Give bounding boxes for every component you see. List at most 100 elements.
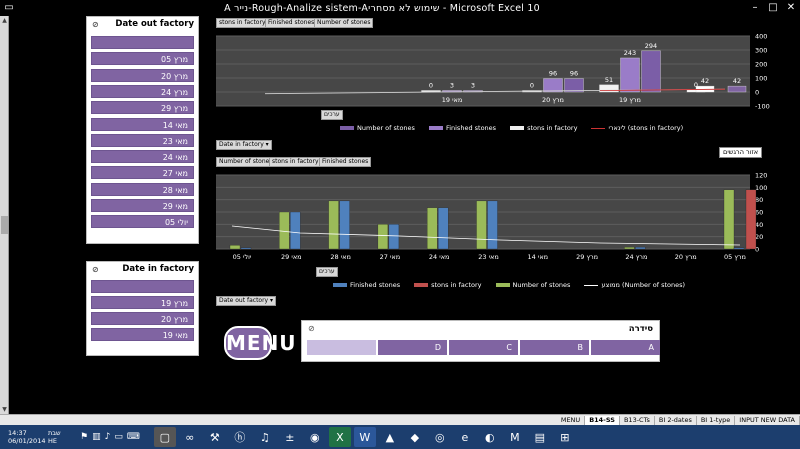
explorer-icon[interactable]: ▤: [529, 427, 551, 447]
series-slicer-item[interactable]: D: [378, 340, 447, 355]
music-icon[interactable]: ♫: [254, 427, 276, 447]
slicer-item[interactable]: 29 מאי: [91, 199, 194, 212]
volume-icon[interactable]: ♪: [105, 432, 111, 442]
slicer-header: ⊘ Date in factory: [87, 262, 198, 276]
minimize-icon[interactable]: –: [746, 1, 764, 15]
battery-icon[interactable]: ▭: [114, 432, 123, 442]
field-button-number[interactable]: Number of stones: [314, 18, 374, 28]
scroll-thumb[interactable]: [1, 216, 8, 234]
legend-swatch: [414, 283, 429, 287]
slicer-item[interactable]: [91, 36, 194, 49]
filter-button-date-in[interactable]: Date in factory ▾: [216, 140, 272, 150]
sheet-tab[interactable]: INPUT NEW DATA: [735, 415, 800, 425]
y-tick-label: 400: [755, 33, 767, 41]
axis-button-values[interactable]: ערכים: [321, 110, 343, 120]
legend-label: לינארי (stons in factory): [608, 124, 684, 132]
hp-icon[interactable]: ⓗ: [229, 427, 251, 447]
axis-button-values[interactable]: ערכים: [316, 267, 338, 277]
slicer-item[interactable]: 19 מאי: [91, 328, 194, 341]
legend-label: Number of stones: [357, 124, 415, 132]
legend-swatch: [428, 126, 443, 130]
slicer-date-in: ⊘ Date in factory 19 מרץ 20 מרץ 19 מאי: [86, 261, 199, 356]
series-slicer-item[interactable]: B: [520, 340, 589, 355]
window-icon[interactable]: ▢: [153, 427, 176, 447]
filter-clear-icon[interactable]: ⊘: [308, 324, 315, 333]
clear-filter-button[interactable]: אזור הרגשים: [719, 147, 763, 158]
slicer-item[interactable]: 27 מאי: [91, 166, 194, 180]
slicer-item[interactable]: 05 יולי: [91, 215, 194, 229]
sheet-tab[interactable]: B13-CTs: [620, 415, 655, 425]
slicer-item[interactable]: [91, 280, 194, 293]
legend-item: Number of stones: [495, 281, 570, 289]
network-icon[interactable]: ▥: [92, 432, 101, 442]
slicer-item[interactable]: 29 מרץ: [91, 101, 194, 115]
slicer-item[interactable]: 28 מאי: [91, 182, 194, 196]
filter-clear-icon[interactable]: ⊘: [92, 265, 99, 274]
field-button-stons[interactable]: stons in factory: [269, 157, 322, 167]
x-tick-label: 29 מאי: [281, 253, 302, 261]
camera-icon[interactable]: ◉: [304, 427, 326, 447]
flag-icon[interactable]: ⚑: [80, 432, 88, 442]
slicer-item[interactable]: 23 מאי: [91, 133, 194, 147]
chart-bottom-plot[interactable]: [216, 175, 750, 249]
link-icon[interactable]: ∞: [179, 427, 201, 447]
scroll-down-icon[interactable]: ▼: [0, 405, 9, 414]
menu-button[interactable]: MENU: [224, 326, 296, 360]
slicer-item[interactable]: 20 מרץ: [91, 68, 194, 82]
vertical-scrollbar[interactable]: ▲ ▼: [0, 16, 9, 414]
slicer-item[interactable]: 20 מרץ: [91, 312, 194, 325]
sheet-tab[interactable]: MENU: [557, 415, 586, 425]
slicer-item[interactable]: 05 מרץ: [91, 52, 194, 66]
legend-item: Finished stones: [428, 124, 496, 132]
slicer-title: סידרה: [628, 324, 653, 334]
legend-item: stons in factory: [414, 281, 482, 289]
scroll-up-icon[interactable]: ▲: [0, 16, 9, 25]
tray-language[interactable]: שבת HE: [48, 429, 76, 445]
ie-icon[interactable]: e: [454, 427, 476, 447]
legend-swatch: [591, 127, 606, 129]
sheet-tab[interactable]: B14-SS: [585, 415, 620, 425]
legend-item: Number of stones: [340, 124, 415, 132]
slicer-item[interactable]: 24 מאי: [91, 150, 194, 164]
x-tick-label: 24 מרץ: [625, 253, 647, 261]
sheet-tab[interactable]: BI 1-type: [697, 415, 736, 425]
series-slicer-item[interactable]: A: [591, 340, 660, 355]
field-button-stons[interactable]: stons in factory: [216, 18, 269, 28]
drive-icon[interactable]: ▲: [379, 427, 401, 447]
y-tick-label: 120: [755, 172, 767, 180]
maximize-icon[interactable]: □: [764, 1, 782, 15]
filter-clear-icon[interactable]: ⊘: [92, 20, 99, 29]
maxthon-icon[interactable]: M: [504, 427, 526, 447]
slicer-item[interactable]: 24 מרץ: [91, 84, 194, 98]
close-icon[interactable]: ✕: [782, 1, 800, 15]
keyboard-icon[interactable]: ⌨: [127, 432, 140, 442]
dropbox-icon[interactable]: ◆: [404, 427, 426, 447]
slicer-series: ⊘ סידרה DCBA: [301, 320, 660, 362]
chart-bottom-legend: Finished stones stons in factory Number …: [333, 281, 685, 289]
series-slicer-item[interactable]: C: [449, 340, 518, 355]
tray-icons: ⚑ ▥ ♪ ▭ ⌨: [80, 432, 140, 442]
excel-icon[interactable]: X: [328, 427, 351, 447]
calculator-icon[interactable]: ±: [279, 427, 301, 447]
tools-icon[interactable]: ⚒: [204, 427, 226, 447]
field-button-finished[interactable]: Finished stones: [319, 157, 372, 167]
slicer-item[interactable]: 19 מרץ: [91, 296, 194, 309]
word-icon[interactable]: W: [353, 427, 376, 447]
legend-swatch: [340, 126, 354, 130]
chart-top-plot[interactable]: [216, 36, 750, 106]
slicer-title: Date in factory: [122, 264, 194, 274]
filter-button-date-out[interactable]: Date out factory ▾: [216, 296, 277, 306]
start-icon[interactable]: ⊞: [554, 427, 576, 447]
y-tick-label: 80: [755, 196, 763, 204]
menu-icon[interactable]: ▭: [0, 1, 18, 15]
slicer-item[interactable]: 14 מאי: [91, 117, 194, 131]
y-tick-label: -100: [755, 103, 770, 111]
y-tick-label: 100: [755, 75, 767, 83]
series-slicer-item[interactable]: [307, 340, 376, 355]
field-button-finished[interactable]: Finished stones: [265, 18, 318, 28]
sheet-tab[interactable]: BI 2-dates: [655, 415, 697, 425]
tray-clock[interactable]: 14:37 06/01/2014: [0, 429, 48, 445]
chrome-icon[interactable]: ◎: [429, 427, 451, 447]
firefox-icon[interactable]: ◐: [479, 427, 501, 447]
field-button-number[interactable]: Number of stones: [216, 157, 276, 167]
